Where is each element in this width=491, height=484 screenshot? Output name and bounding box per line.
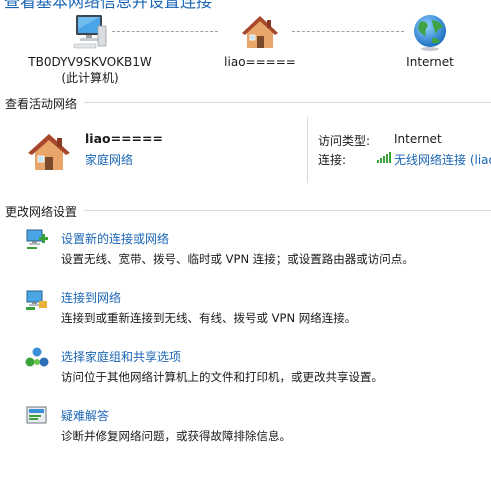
- active-networks-heading: 查看活动网络: [5, 97, 78, 111]
- active-network-name: liao=====: [85, 131, 163, 146]
- map-computer-node[interactable]: TB0DYV9SKVOKB1W (此计算机): [20, 12, 160, 86]
- troubleshoot-icon: [25, 404, 49, 428]
- homegroup-icon: [25, 346, 49, 370]
- task-description: 连接到或重新连接到无线、有线、拨号或 VPN 网络连接。: [61, 311, 357, 325]
- network-name: liao=====: [224, 55, 296, 69]
- connect-network-icon: [25, 287, 49, 311]
- house-icon: [240, 12, 280, 52]
- access-type-value: Internet: [394, 132, 442, 146]
- computer-sub-label: (此计算机): [61, 71, 119, 85]
- access-type-label: 访问类型:: [318, 134, 371, 148]
- connect-to-network-link[interactable]: 连接到网络: [61, 289, 121, 306]
- computer-icon: [70, 12, 110, 52]
- setup-new-connection-link[interactable]: 设置新的连接或网络: [61, 230, 169, 247]
- link-line: [112, 31, 218, 32]
- map-network-node[interactable]: liao=====: [210, 12, 310, 70]
- change-settings-heading: 更改网络设置: [5, 205, 78, 219]
- vertical-divider: [307, 117, 308, 183]
- new-connection-icon: [25, 227, 49, 251]
- house-icon: [25, 130, 73, 174]
- task-description: 访问位于其他网络计算机上的文件和打印机，或更改共享设置。: [61, 370, 383, 384]
- internet-label: Internet: [406, 55, 454, 69]
- homegroup-sharing-link[interactable]: 选择家庭组和共享选项: [61, 348, 181, 365]
- troubleshoot-link[interactable]: 疑难解答: [61, 407, 109, 424]
- map-internet-node[interactable]: Internet: [380, 12, 480, 70]
- network-type-link[interactable]: 家庭网络: [85, 151, 133, 168]
- computer-name: TB0DYV9SKVOKB1W: [28, 55, 152, 69]
- connection-link[interactable]: 无线网络连接 (liao: [394, 151, 491, 168]
- page-title: 查看基本网络信息并设置连接: [4, 0, 213, 11]
- globe-icon: [410, 12, 450, 52]
- section-divider: [84, 102, 491, 103]
- wifi-signal-icon: [377, 151, 391, 163]
- connection-label: 连接:: [318, 153, 347, 167]
- task-description: 设置无线、宽带、拨号、临时或 VPN 连接；或设置路由器或访问点。: [61, 252, 414, 266]
- task-description: 诊断并修复网络问题，或获得故障排除信息。: [61, 429, 291, 443]
- section-divider: [84, 210, 491, 211]
